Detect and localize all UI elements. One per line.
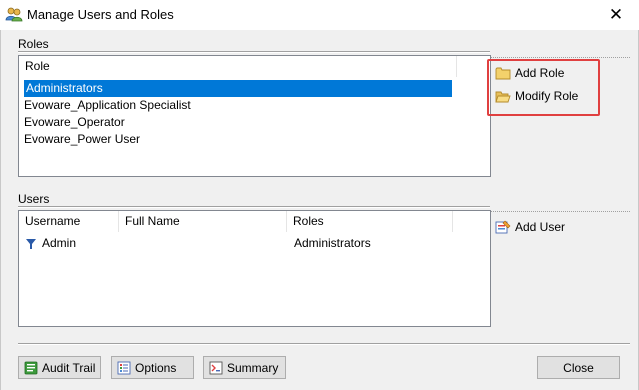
summary-icon bbox=[209, 361, 223, 374]
users-divider-dotted bbox=[490, 211, 630, 212]
roles-section-label: Roles bbox=[18, 37, 49, 51]
summary-label: Summary bbox=[227, 360, 279, 375]
options-button[interactable]: Options bbox=[111, 356, 194, 379]
audit-trail-icon bbox=[24, 361, 38, 374]
role-item-operator[interactable]: Evoware_Operator bbox=[24, 114, 125, 131]
footer-divider bbox=[18, 343, 630, 345]
summary-button[interactable]: Summary bbox=[203, 356, 286, 379]
user-roles: Administrators bbox=[294, 236, 371, 250]
options-label: Options bbox=[135, 360, 177, 375]
roles-divider bbox=[18, 51, 490, 53]
close-button[interactable]: Close bbox=[537, 356, 620, 379]
modify-role-label: Modify Role bbox=[515, 89, 579, 103]
user-row[interactable]: Admin Administrators bbox=[25, 235, 480, 252]
users-list[interactable]: Username Full Name Roles Admin Administr… bbox=[18, 210, 491, 327]
role-item-power-user[interactable]: Evoware_Power User bbox=[24, 131, 140, 148]
options-icon bbox=[117, 361, 131, 374]
role-item-application-specialist[interactable]: Evoware_Application Specialist bbox=[24, 97, 191, 114]
users-divider bbox=[18, 206, 490, 208]
username-column-header[interactable]: Username bbox=[19, 211, 119, 232]
add-user-icon bbox=[495, 220, 511, 234]
roles-list[interactable]: Role Administrators Evoware_Application … bbox=[18, 55, 491, 177]
role-item-administrators[interactable]: Administrators bbox=[24, 80, 452, 97]
add-role-label: Add Role bbox=[515, 66, 565, 80]
window-border-left bbox=[0, 30, 1, 390]
add-user-button[interactable]: Add User bbox=[495, 219, 565, 235]
window-title: Manage Users and Roles bbox=[27, 7, 174, 22]
user-username: Admin bbox=[42, 236, 77, 250]
roles-column-header[interactable]: Role bbox=[19, 56, 457, 77]
roles-list-header: Role bbox=[19, 56, 457, 77]
roles-column-header[interactable]: Roles bbox=[287, 211, 453, 232]
add-role-button[interactable]: Add Role bbox=[495, 66, 564, 80]
modify-role-button[interactable]: Modify Role bbox=[495, 89, 578, 103]
audit-trail-button[interactable]: Audit Trail bbox=[18, 356, 101, 379]
add-user-label: Add User bbox=[515, 220, 566, 234]
audit-trail-label: Audit Trail bbox=[42, 360, 96, 375]
users-list-header: Username Full Name Roles bbox=[19, 211, 453, 232]
users-roles-icon bbox=[5, 6, 23, 22]
open-folder-icon bbox=[495, 91, 511, 103]
folder-icon bbox=[495, 67, 511, 80]
close-icon[interactable]: ✕ bbox=[593, 0, 639, 30]
title-bar: Manage Users and Roles ✕ bbox=[0, 0, 639, 30]
user-filter-icon bbox=[26, 238, 36, 249]
fullname-column-header[interactable]: Full Name bbox=[119, 211, 287, 232]
roles-divider-dotted bbox=[490, 57, 630, 58]
users-section-label: Users bbox=[18, 192, 50, 206]
